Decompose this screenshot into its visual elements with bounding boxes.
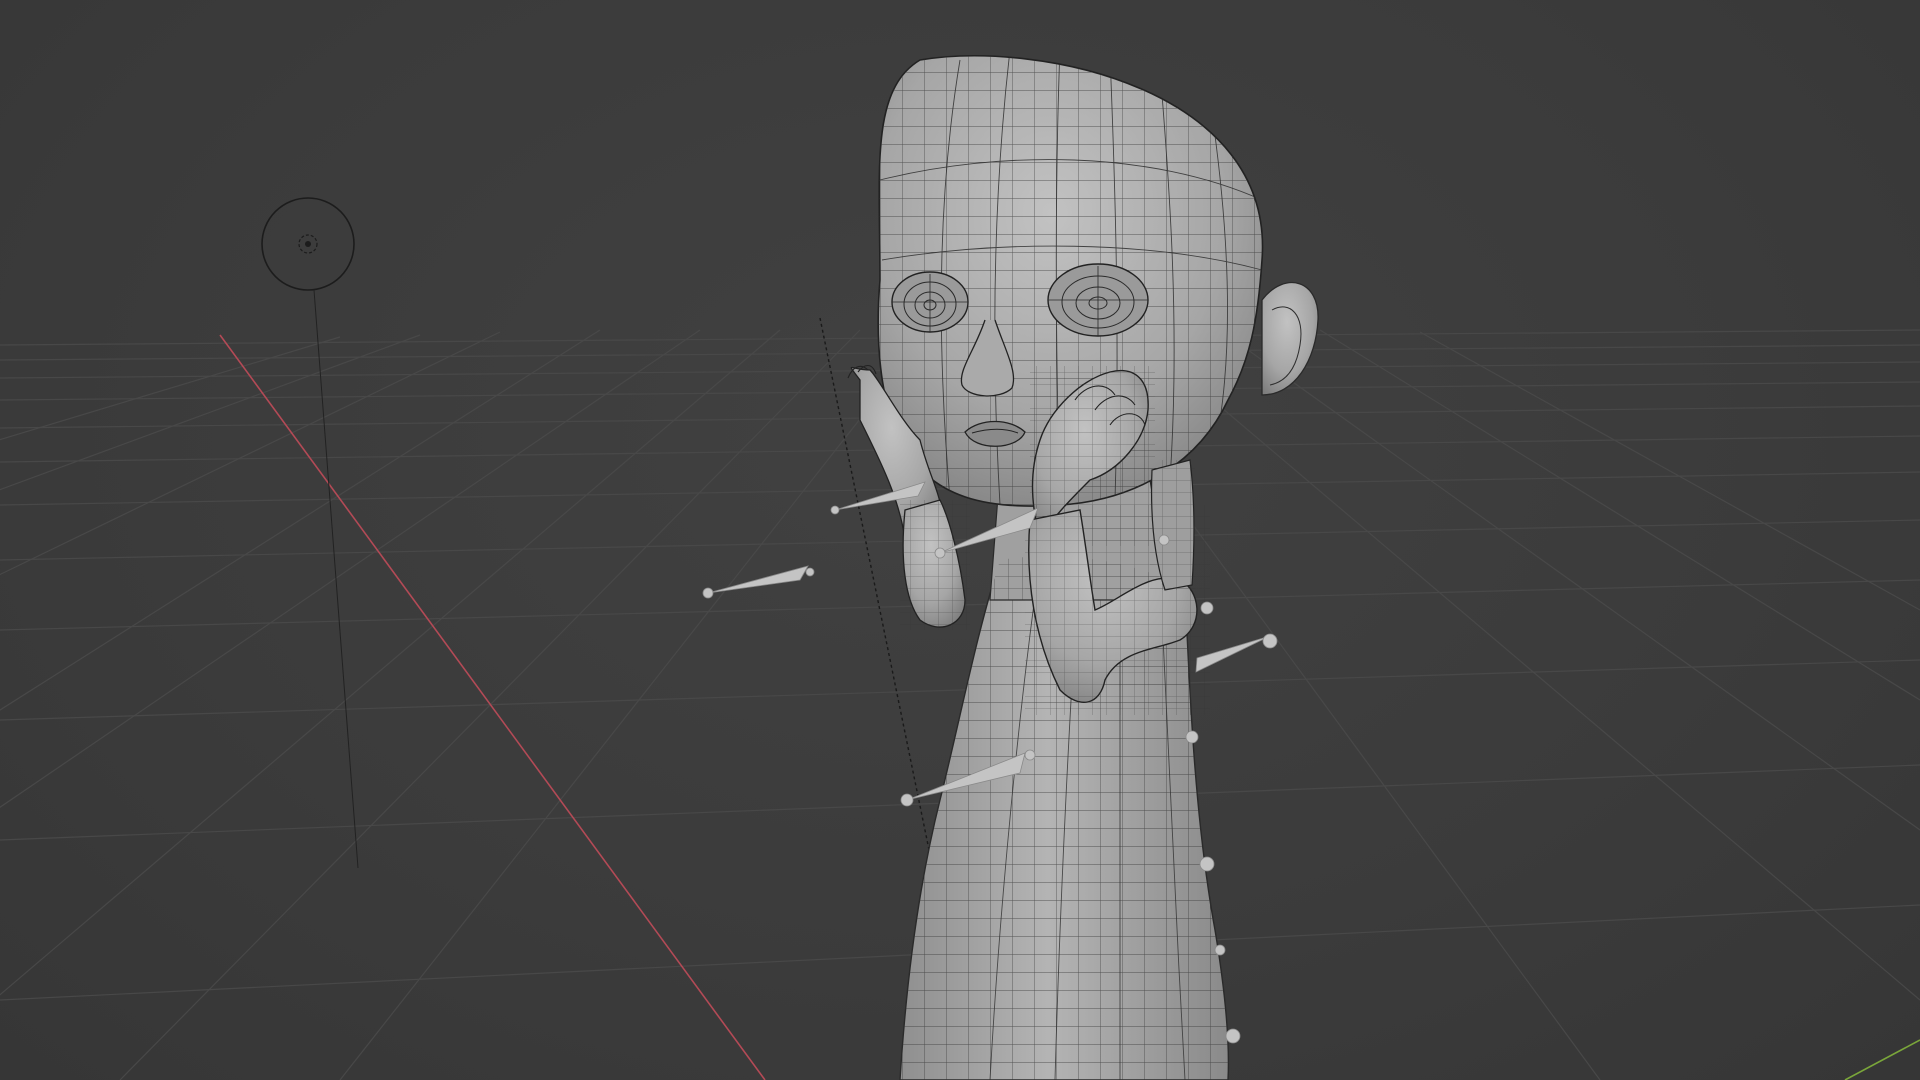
x-axis-line bbox=[219, 334, 766, 1080]
bone-joint[interactable] bbox=[1199, 856, 1215, 872]
bone[interactable] bbox=[702, 565, 815, 599]
viewport-canvas[interactable] bbox=[0, 0, 1920, 1080]
bone-joint[interactable] bbox=[1214, 944, 1226, 956]
arm-back[interactable] bbox=[1150, 459, 1195, 591]
arm-left[interactable] bbox=[900, 499, 970, 630]
ear-right[interactable] bbox=[1261, 282, 1319, 396]
3d-viewport[interactable] bbox=[0, 0, 1920, 1080]
eye-left bbox=[891, 271, 969, 333]
bone-joint[interactable] bbox=[1185, 730, 1199, 744]
bone-joint[interactable] bbox=[1158, 534, 1170, 546]
bone-joint[interactable] bbox=[1225, 1028, 1241, 1044]
eye-right bbox=[1047, 263, 1149, 337]
y-axis-line bbox=[1844, 1039, 1920, 1080]
light-icon[interactable] bbox=[261, 197, 359, 869]
